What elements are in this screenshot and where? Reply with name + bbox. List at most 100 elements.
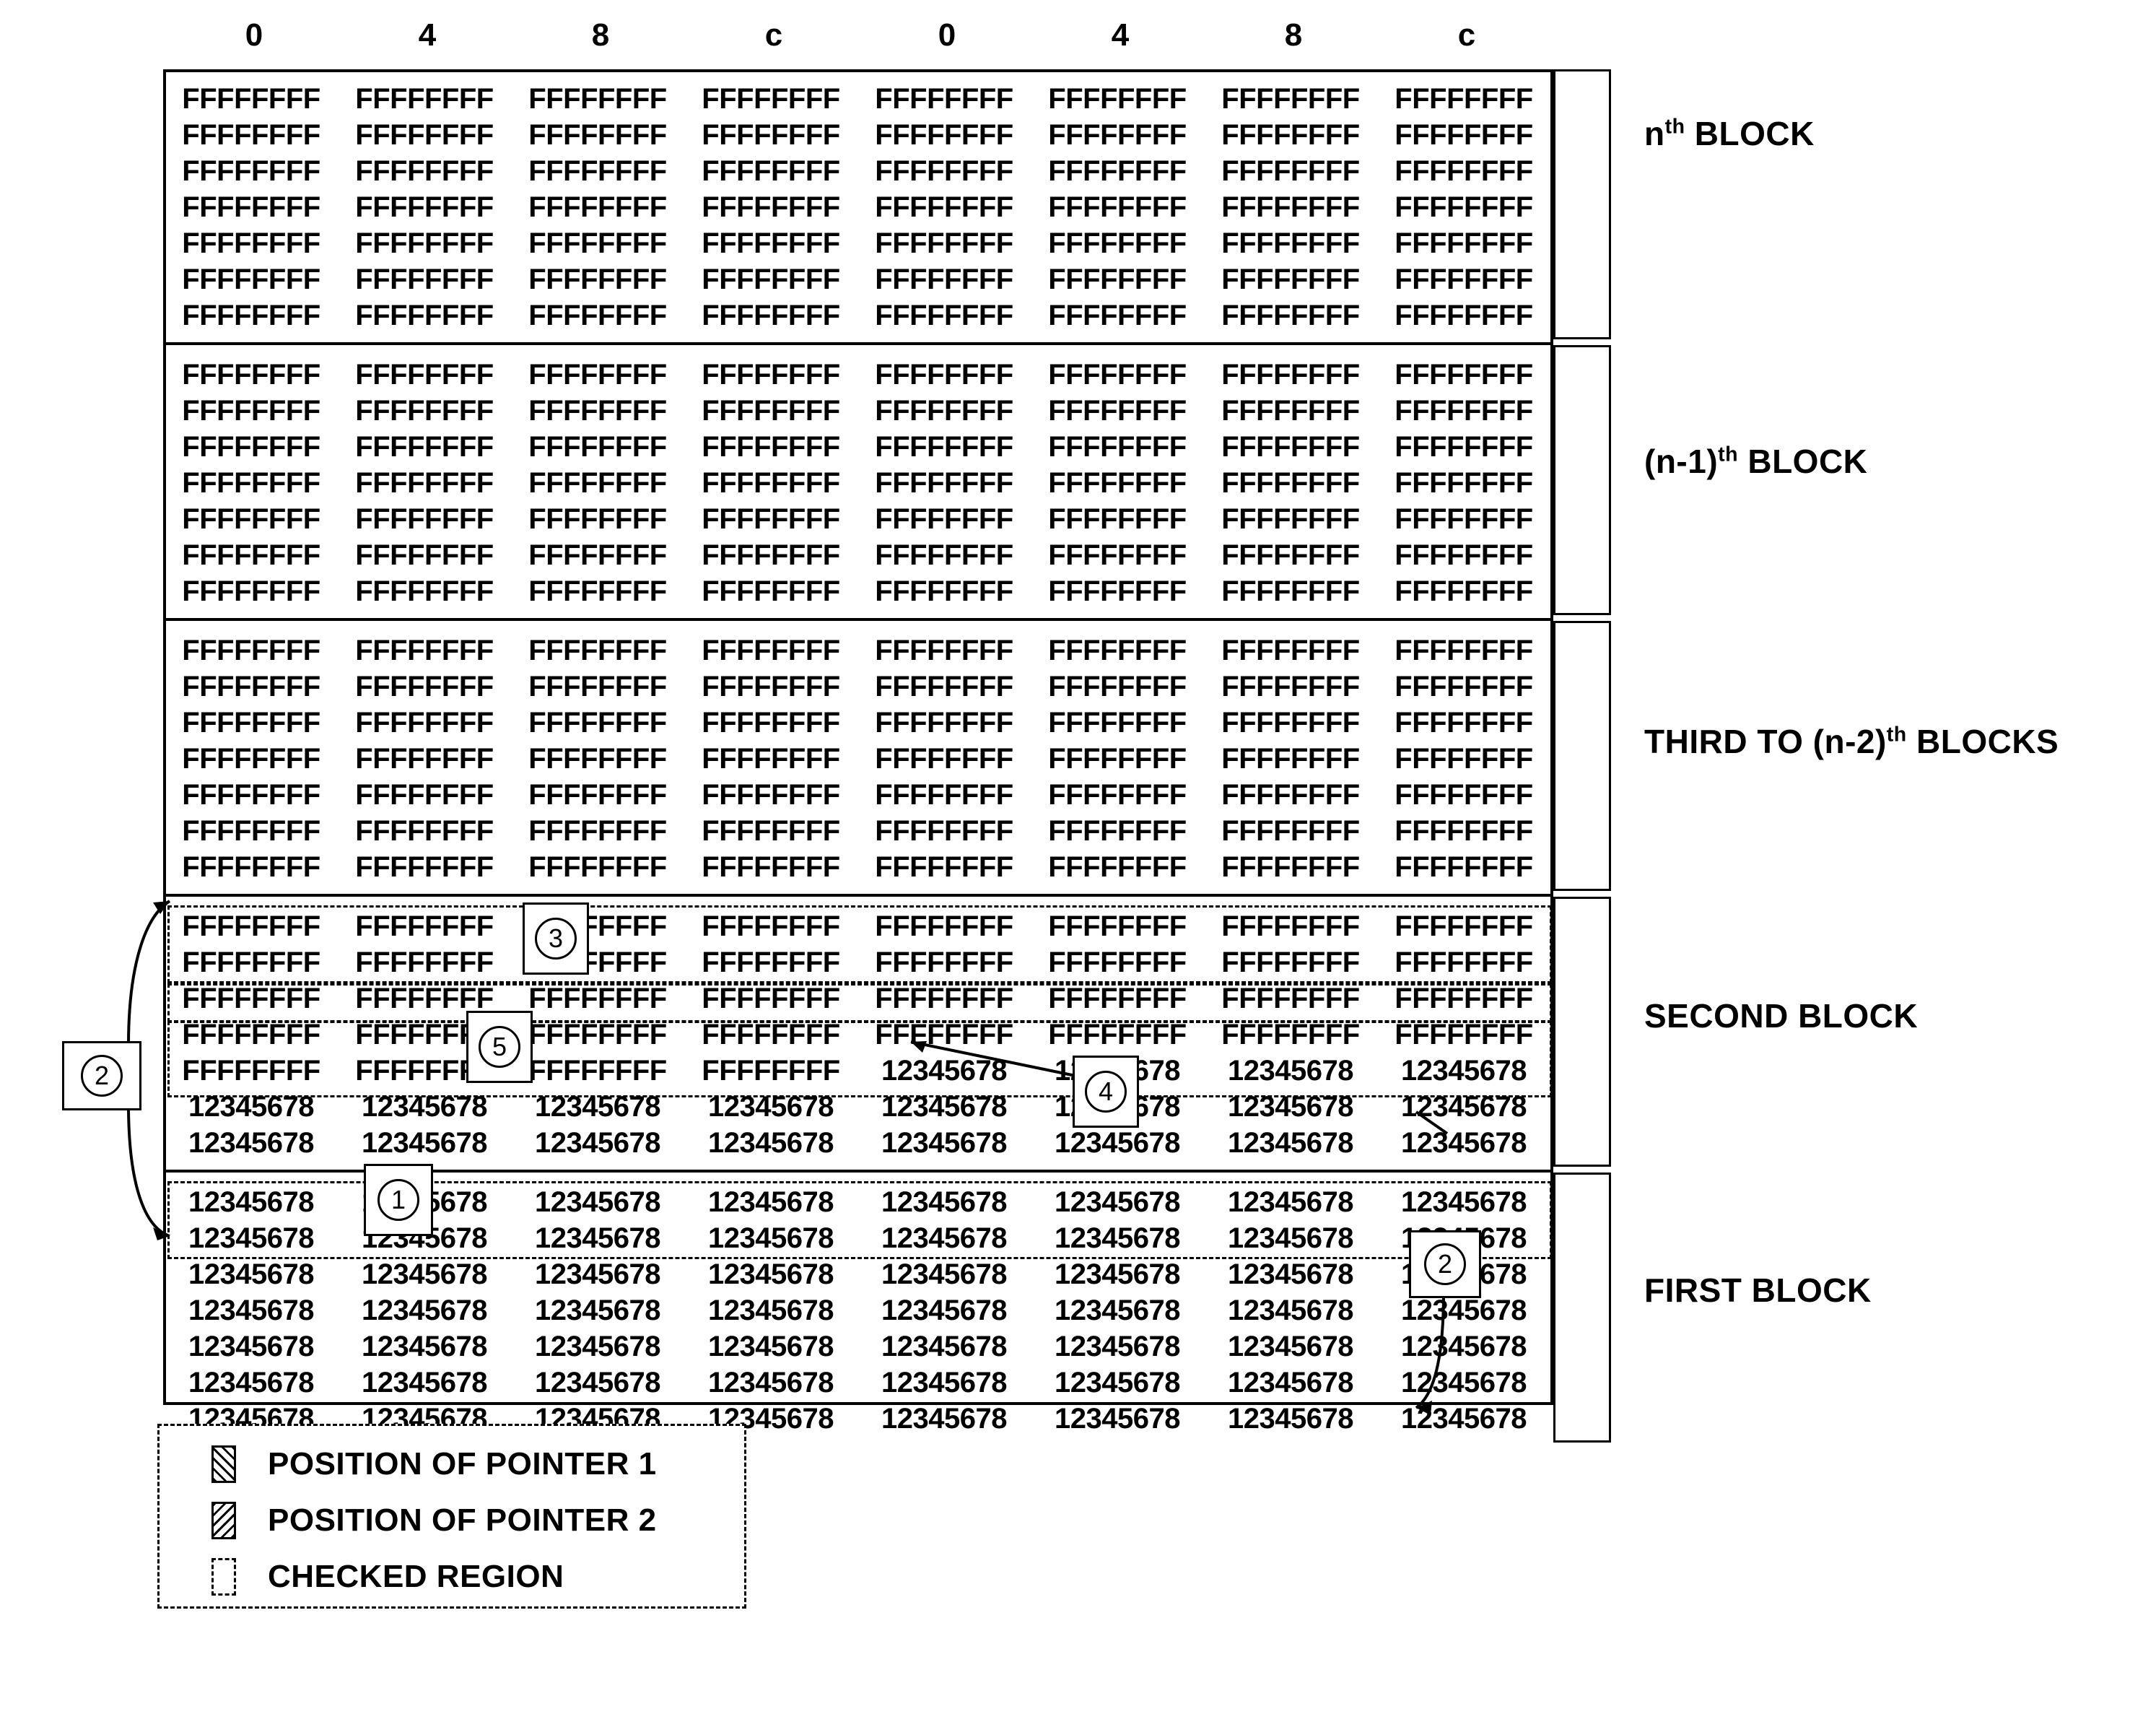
memory-cell: FFFFFFFF [528,743,667,775]
callout-4-badge[interactable]: 4 [1073,1056,1139,1128]
column-header-6: 8 [1284,17,1303,53]
memory-cell: 12345678 [881,1403,1007,1435]
memory-cell: FFFFFFFF [528,300,667,331]
memory-cell: FFFFFFFF [875,191,1013,223]
block-third-to-n-minus-2-blocks: FFFFFFFF FFFFFFFF FFFFFFFF FFFFFFFF FFFFFFFF… [166,632,1550,885]
memory-cell: FFFFFFFF [1048,983,1187,1014]
memory-cell: FFFFFFFF [1221,575,1360,607]
legend-item-checked-region: CHECKED REGION [160,1549,744,1605]
memory-cell: FFFFFFFF [355,779,494,811]
memory-cell: FFFFFFFF [702,707,840,739]
memory-cell: 12345678 [708,1222,834,1254]
memory-cell: FFFFFFFF [875,707,1013,739]
memory-cell: 12345678 [1228,1331,1353,1362]
memory-cell: FFFFFFFF [182,155,320,187]
memory-row: FFFFFFFF FFFFFFFF FFFFFFFF FFFFFFFF FFFFFFFF… [165,501,1550,537]
memory-cell: 12345678 [1055,1222,1180,1254]
column-header-4: 0 [938,17,956,53]
memory-cell: FFFFFFFF [355,851,494,883]
memory-cell: FFFFFFFF [1048,671,1187,702]
block-label-first-block: FIRST BLOCK [1644,1271,1872,1309]
memory-cell: FFFFFFFF [355,467,494,499]
memory-cell: FFFFFFFF [182,983,320,1014]
memory-cell: FFFFFFFF [528,503,667,535]
memory-cell: FFFFFFFF [182,671,320,702]
callout-2-right-badge[interactable]: 2 [1409,1230,1481,1298]
memory-cell: FFFFFFFF [1221,359,1360,391]
callout-5-number: 5 [479,1026,520,1068]
memory-cell: FFFFFFFF [702,851,840,883]
memory-cell: 12345678 [1228,1055,1353,1087]
memory-row: FFFFFFFF FFFFFFFF FFFFFFFF FFFFFFFF FFFFFFFF… [165,297,1550,334]
memory-cell: FFFFFFFF [875,227,1013,259]
memory-cell: FFFFFFFF [875,743,1013,775]
memory-cell: 12345678 [1228,1222,1353,1254]
memory-cell: 12345678 [1228,1367,1353,1398]
callout-3-badge[interactable]: 3 [523,902,589,975]
memory-cell: FFFFFFFF [1048,264,1187,295]
memory-cell: 12345678 [188,1258,314,1290]
memory-cell: FFFFFFFF [355,743,494,775]
memory-cell: FFFFFFFF [528,264,667,295]
memory-cell: FFFFFFFF [1048,1019,1187,1050]
memory-cell: 12345678 [1401,1055,1527,1087]
memory-row: FFFFFFFF FFFFFFFF FFFFFFFF FFFFFFFF FFFFFFFF… [165,705,1550,741]
memory-cell: 12345678 [1401,1091,1527,1123]
memory-cell: FFFFFFFF [528,227,667,259]
memory-cell: 12345678 [1055,1295,1180,1326]
memory-cell: FFFFFFFF [702,539,840,571]
memory-cell: FFFFFFFF [702,264,840,295]
block-divider [166,342,1550,345]
memory-cell: FFFFFFFF [355,155,494,187]
memory-cell: FFFFFFFF [1395,635,1533,666]
memory-cell: FFFFFFFF [1221,539,1360,571]
memory-cell: FFFFFFFF [702,947,840,978]
memory-cell: 12345678 [881,1295,1007,1326]
column-header-7: c [1457,17,1476,53]
memory-cell: FFFFFFFF [702,395,840,427]
memory-cell: FFFFFFFF [528,539,667,571]
memory-cell: FFFFFFFF [182,1055,320,1087]
block-divider [166,894,1550,897]
memory-cell: FFFFFFFF [355,947,494,978]
memory-cell: FFFFFFFF [182,575,320,607]
column-header-0: 0 [245,17,263,53]
memory-cell: FFFFFFFF [875,467,1013,499]
memory-cell: 12345678 [881,1367,1007,1398]
memory-cell: FFFFFFFF [355,431,494,463]
memory-cell: FFFFFFFF [1395,575,1533,607]
memory-cell: FFFFFFFF [528,155,667,187]
memory-cell: 12345678 [188,1127,314,1159]
memory-cell: FFFFFFFF [355,264,494,295]
callout-1-number: 1 [377,1179,419,1221]
memory-cell: FFFFFFFF [875,779,1013,811]
callout-5-badge[interactable]: 5 [466,1011,533,1083]
memory-cell: FFFFFFFF [182,83,320,115]
memory-cell: 12345678 [362,1258,487,1290]
memory-cell: 12345678 [1055,1127,1180,1159]
memory-cell: FFFFFFFF [182,743,320,775]
memory-cell: FFFFFFFF [355,191,494,223]
memory-cell: 12345678 [881,1186,1007,1218]
memory-cell: 12345678 [708,1295,834,1326]
memory-cell: 12345678 [1055,1258,1180,1290]
memory-cell: FFFFFFFF [528,1055,667,1087]
memory-cell: FFFFFFFF [1395,743,1533,775]
memory-cell: FFFFFFFF [875,395,1013,427]
memory-cell: FFFFFFFF [528,83,667,115]
memory-cell: FFFFFFFF [1395,851,1533,883]
callout-1-badge[interactable]: 1 [364,1164,433,1236]
memory-row: 12345678 12345678 12345678 12345678 12345678… [165,1328,1550,1365]
memory-cell: 12345678 [1401,1127,1527,1159]
callout-2-left-badge[interactable]: 2 [62,1041,141,1110]
memory-cell: FFFFFFFF [182,851,320,883]
memory-cell: FFFFFFFF [1048,503,1187,535]
memory-cell: FFFFFFFF [182,467,320,499]
memory-cell: FFFFFFFF [182,227,320,259]
memory-cell: FFFFFFFF [182,395,320,427]
memory-cell: FFFFFFFF [528,779,667,811]
block-label-third-to-n-minus-2-blocks: THIRD TO (n-2)th BLOCKS [1644,723,2059,760]
memory-cell: FFFFFFFF [702,359,840,391]
memory-cell: FFFFFFFF [875,264,1013,295]
memory-cell: FFFFFFFF [875,83,1013,115]
